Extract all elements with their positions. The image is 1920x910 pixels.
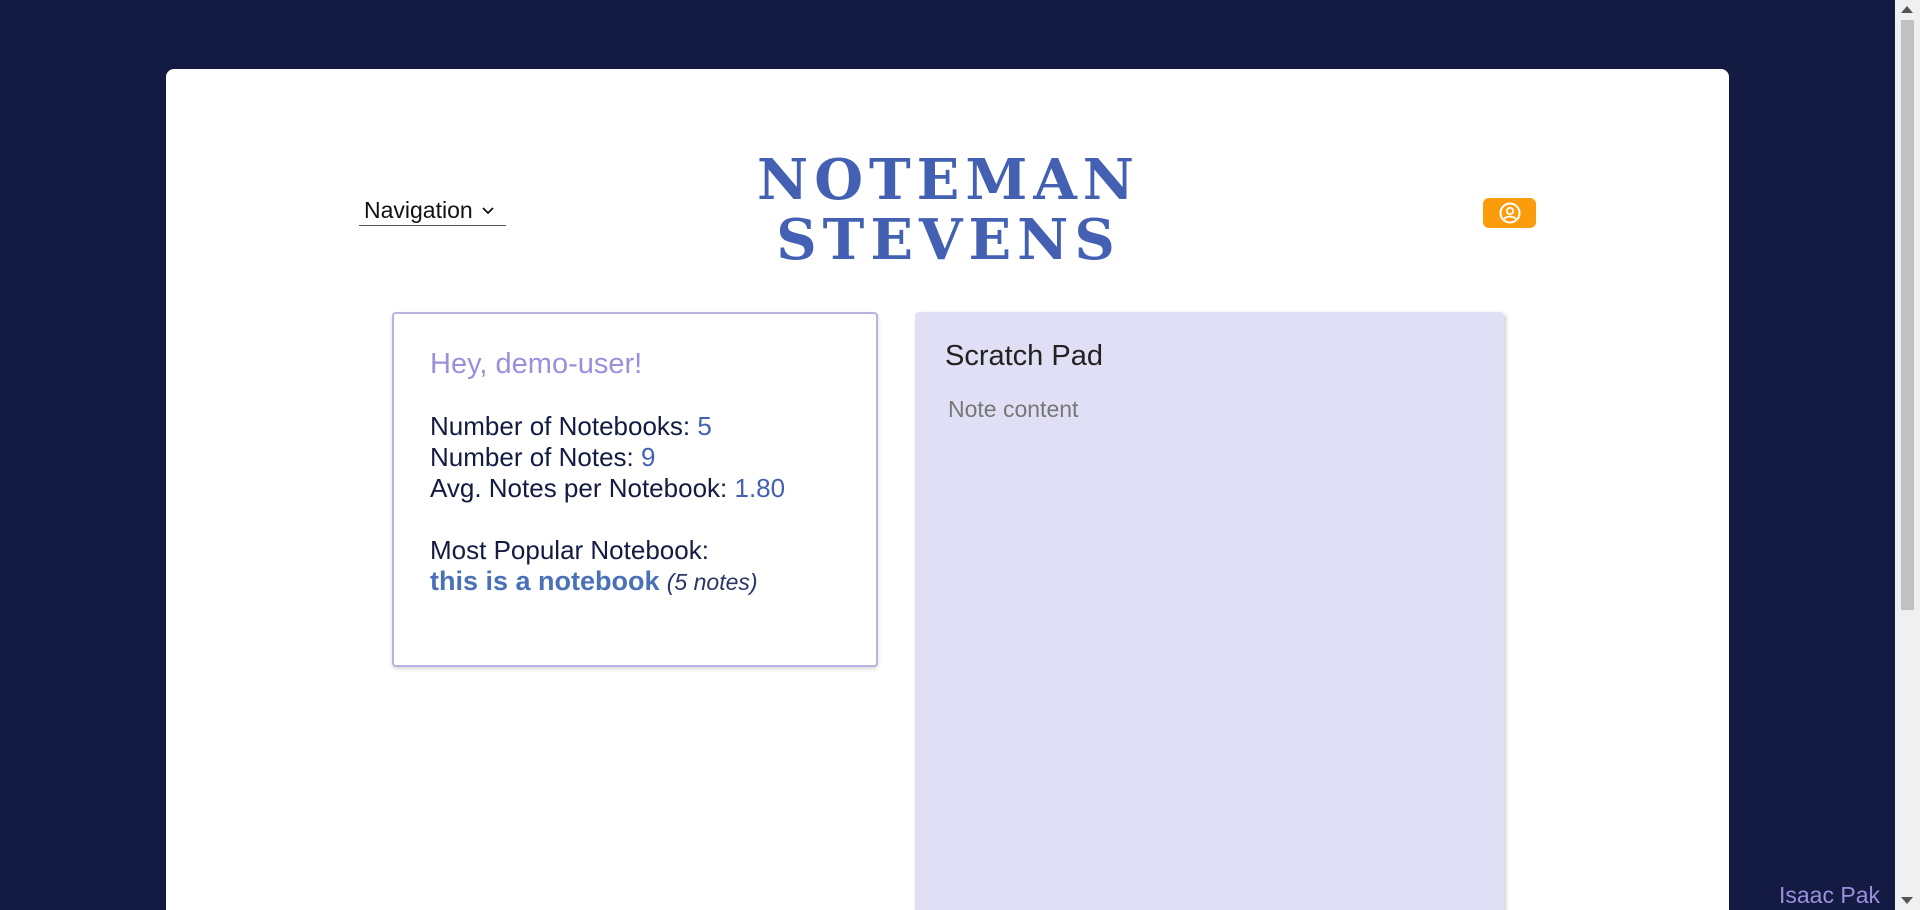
popular-notebook: this is a notebook (5 notes) xyxy=(430,566,840,598)
profile-button[interactable] xyxy=(1483,198,1536,228)
stat-notes-value: 9 xyxy=(640,442,656,472)
site-logo[interactable]: NOTEMAN STEVENS xyxy=(757,150,1140,270)
scratch-pad-input[interactable] xyxy=(945,396,1471,896)
scroll-up-icon[interactable] xyxy=(1901,6,1913,13)
navigation-dropdown[interactable]: Navigation xyxy=(359,196,506,226)
logo-line-1: NOTEMAN xyxy=(757,147,1140,213)
scroll-down-icon[interactable] xyxy=(1901,897,1913,904)
stat-notes: Number of Notes: 9 xyxy=(430,442,840,473)
popular-notebook-label: Most Popular Notebook: xyxy=(430,535,709,565)
stat-avg-label: Avg. Notes per Notebook: xyxy=(430,473,735,503)
stat-notebooks: Number of Notebooks: 5 xyxy=(430,411,840,442)
footer-credit[interactable]: Isaac Pak xyxy=(1779,882,1880,909)
user-stats-card: Hey, demo-user! Number of Notebooks: 5 N… xyxy=(392,312,878,667)
stat-notes-label: Number of Notes: xyxy=(430,442,641,472)
popular-notebook-count: (5 notes) xyxy=(666,569,758,595)
page: Navigation NOTEMAN STEVENS Hey, demo-use… xyxy=(0,0,1920,910)
greeting: Hey, demo-user! xyxy=(430,348,643,380)
logo-line-2: STEVENS xyxy=(776,207,1121,273)
stat-notebooks-label: Number of Notebooks: xyxy=(430,411,698,441)
user-circle-icon xyxy=(1499,202,1520,224)
scroll-thumb[interactable] xyxy=(1901,20,1914,610)
stat-avg-value: 1.80 xyxy=(734,473,786,503)
popular-notebook-link[interactable]: this is a notebook xyxy=(430,566,660,596)
scratch-pad-title: Scratch Pad xyxy=(945,340,1103,372)
navigation-label: Navigation xyxy=(364,197,473,223)
scratch-pad: Scratch Pad xyxy=(915,312,1504,910)
stat-notebooks-value: 5 xyxy=(697,411,712,441)
stat-avg: Avg. Notes per Notebook: 1.80 xyxy=(430,473,840,504)
chevron-down-icon xyxy=(482,206,494,214)
vertical-scrollbar[interactable] xyxy=(1895,0,1920,910)
